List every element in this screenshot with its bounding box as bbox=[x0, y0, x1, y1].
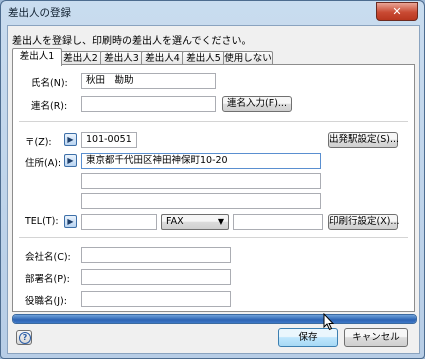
company-label: 会社名(C): bbox=[25, 252, 71, 263]
joint-name-label: 連名(R): bbox=[31, 101, 68, 112]
cancel-button[interactable]: キャンセル bbox=[344, 328, 408, 347]
position-label: 役職名(J): bbox=[25, 296, 67, 307]
address-label: 住所(A): bbox=[25, 158, 62, 169]
joint-name-field[interactable] bbox=[81, 96, 216, 112]
postal-arrow-icon[interactable]: ▶ bbox=[64, 133, 77, 146]
progress-bar bbox=[12, 314, 417, 324]
tel-label: TEL(T): bbox=[25, 216, 59, 227]
joint-name-input-button[interactable]: 連名入力(F)... bbox=[222, 96, 292, 112]
help-button[interactable]: ? bbox=[16, 330, 32, 345]
name-field[interactable]: 秋田 勘助 bbox=[81, 73, 216, 89]
progress-fill bbox=[13, 315, 416, 323]
tel-arrow-icon[interactable]: ▶ bbox=[64, 215, 77, 228]
print-line-settings-button[interactable]: 印刷行設定(X)... bbox=[328, 214, 399, 230]
title-bar[interactable]: 差出人の登録 ✕ bbox=[1, 1, 424, 23]
department-label: 部署名(P): bbox=[25, 274, 70, 285]
chevron-down-icon: ▼ bbox=[217, 217, 224, 226]
name-label: 氏名(N): bbox=[31, 78, 68, 89]
dialog-window: 差出人の登録 ✕ 差出人を登録し、印刷時の差出人を選んでください。 差出人1 差… bbox=[0, 0, 425, 359]
tab-panel: 氏名(N): 秋田 勘助 連名(R): 連名入力(F)... 〒(Z): ▶ 1… bbox=[12, 64, 415, 312]
address-line-2-field[interactable] bbox=[81, 173, 321, 189]
fax-field[interactable] bbox=[233, 214, 323, 230]
help-icon: ? bbox=[19, 332, 31, 344]
postal-code-field[interactable]: 101-0051 bbox=[81, 132, 137, 148]
separator bbox=[19, 237, 408, 238]
mouse-cursor-icon bbox=[323, 313, 335, 331]
origin-station-settings-button[interactable]: 出発駅設定(S)... bbox=[328, 132, 399, 148]
close-button[interactable]: ✕ bbox=[376, 2, 418, 21]
instruction-text: 差出人を登録し、印刷時の差出人を選んでください。 bbox=[12, 36, 252, 47]
fax-type-value: FAX bbox=[166, 216, 184, 227]
position-field[interactable] bbox=[81, 291, 231, 307]
address-line-3-field[interactable] bbox=[81, 193, 321, 209]
window-title: 差出人の登録 bbox=[8, 7, 71, 19]
address-arrow-icon[interactable]: ▶ bbox=[64, 154, 77, 167]
dialog-client-area: 差出人を登録し、印刷時の差出人を選んでください。 差出人1 差出人2 差出人3 … bbox=[7, 25, 420, 354]
company-field[interactable] bbox=[81, 247, 231, 263]
address-line-1-field[interactable]: 東京都千代田区神田神保町10-20 bbox=[81, 153, 321, 169]
tab-sender-1[interactable]: 差出人1 bbox=[12, 48, 62, 66]
department-field[interactable] bbox=[81, 269, 231, 285]
postal-label: 〒(Z): bbox=[25, 137, 52, 148]
separator bbox=[19, 121, 408, 122]
tel-field[interactable] bbox=[81, 214, 157, 230]
fax-type-select[interactable]: FAX ▼ bbox=[161, 214, 229, 230]
